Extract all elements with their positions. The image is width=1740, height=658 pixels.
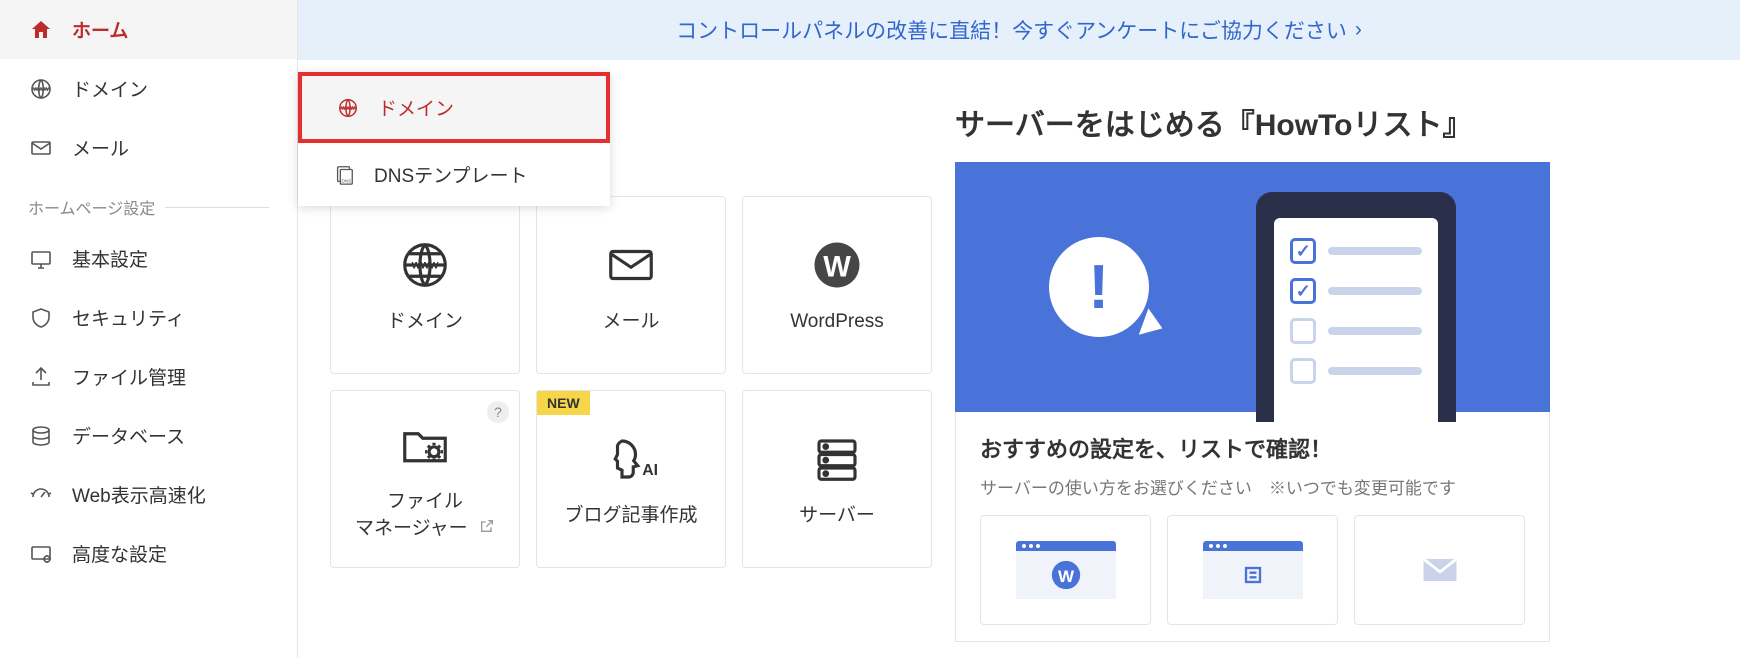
sidebar-item-label: ドメイン [72, 75, 148, 102]
sidebar-item-label: 高度な設定 [72, 540, 167, 567]
mail-icon [28, 135, 54, 161]
card-label: サーバー [799, 503, 875, 530]
globe-www-icon: WWW [336, 96, 360, 120]
banner-text: コントロールパネルの改善に直結！今すぐアンケートにご協力ください [676, 15, 1347, 45]
svg-text:WWW: WWW [341, 105, 355, 111]
sidebar-item-label: 基本設定 [72, 245, 148, 272]
svg-text:WWW: WWW [412, 260, 439, 271]
speedometer-icon [28, 482, 54, 508]
card-file-manager[interactable]: ? ファイル マネージャー [330, 390, 520, 568]
howto-tile-wordpress[interactable]: W [980, 515, 1151, 625]
globe-www-icon: WWW [398, 235, 452, 295]
home-icon [28, 17, 54, 43]
folder-gear-icon [398, 415, 452, 475]
howto-hero-image: ! ✓ ✓ [955, 162, 1550, 412]
external-link-icon [479, 518, 495, 534]
card-blog-ai[interactable]: NEW AI ブログ記事作成 [536, 390, 726, 568]
sidebar-item-label: データベース [72, 422, 185, 449]
sidebar-item-home[interactable]: ホーム [0, 0, 297, 59]
sidebar-item-advanced[interactable]: 高度な設定 [0, 524, 297, 583]
card-mail[interactable]: メール [536, 196, 726, 374]
card-server[interactable]: サーバー [742, 390, 932, 568]
card-label-text: ファイル マネージャー [355, 491, 468, 539]
shield-icon [28, 305, 54, 331]
howto-option-tiles: W [980, 515, 1525, 625]
card-label: ファイル マネージャー [355, 489, 495, 542]
howto-panel: サーバーをはじめる『HowToリスト』 ! ✓ ✓ おすすめの設定を、リストで確… [955, 100, 1550, 642]
card-label: ブログ記事作成 [564, 503, 697, 530]
database-icon [28, 423, 54, 449]
howto-title: サーバーをはじめる『HowToリスト』 [955, 100, 1550, 144]
card-label: ドメイン [387, 309, 463, 336]
sidebar-section-homepage: ホームページ設定 [0, 177, 297, 229]
card-label: メール [602, 309, 659, 336]
help-icon[interactable]: ? [487, 401, 509, 423]
card-domain[interactable]: WWW ドメイン [330, 196, 520, 374]
sidebar-item-speed[interactable]: Web表示高速化 [0, 465, 297, 524]
monitor-icon [28, 246, 54, 272]
chevron-right-icon: › [1355, 18, 1362, 42]
svg-text:DNS: DNS [341, 178, 351, 183]
clipboard-icon: ✓ ✓ [1256, 192, 1456, 422]
howto-tile-page[interactable] [1167, 515, 1338, 625]
submenu-item-domain[interactable]: WWW ドメイン [298, 72, 610, 143]
submenu-item-label: ドメイン [378, 94, 454, 121]
sidebar-item-label: ホーム [72, 16, 128, 43]
sidebar: ホーム WWW ドメイン メール ホームページ設定 基本設定 セキュリティ ファ… [0, 0, 298, 658]
submenu-item-dns-template[interactable]: DNS DNSテンプレート [298, 143, 610, 206]
sidebar-item-mail[interactable]: メール [0, 118, 297, 177]
globe-www-icon: WWW [28, 76, 54, 102]
dns-template-icon: DNS [332, 163, 356, 187]
howto-subtitle: おすすめの設定を、リストで確認！ [980, 432, 1525, 464]
sidebar-item-domain[interactable]: WWW ドメイン [0, 59, 297, 118]
submenu-item-label: DNSテンプレート [374, 161, 528, 188]
howto-description: おすすめの設定を、リストで確認！ サーバーの使い方をお選びください ※いつでも変… [955, 412, 1550, 642]
sidebar-item-label: セキュリティ [72, 304, 185, 331]
svg-text:AI: AI [642, 461, 658, 478]
exclamation-icon: ! [1088, 252, 1109, 323]
dashboard-cards: WWW ドメイン メール W WordPress ? ファイル マネージャー N… [330, 196, 950, 568]
sidebar-item-label: ファイル管理 [72, 363, 186, 390]
server-icon [810, 429, 864, 489]
sidebar-item-label: メール [72, 134, 129, 161]
sidebar-item-database[interactable]: データベース [0, 406, 297, 465]
sidebar-item-file[interactable]: ファイル管理 [0, 347, 297, 406]
howto-note: サーバーの使い方をお選びください ※いつでも変更可能です [980, 474, 1525, 499]
svg-text:W: W [1057, 567, 1074, 586]
survey-banner[interactable]: コントロールパネルの改善に直結！今すぐアンケートにご協力ください › [298, 0, 1740, 60]
exclamation-bubble-icon: ! [1049, 237, 1149, 337]
domain-submenu: WWW ドメイン DNS DNSテンプレート [298, 72, 610, 206]
card-label: WordPress [790, 309, 884, 336]
monitor-gear-icon [28, 541, 54, 567]
sidebar-item-label: Web表示高速化 [72, 481, 206, 508]
svg-text:W: W [823, 251, 851, 283]
ai-head-icon: AI [604, 429, 658, 489]
svg-text:WWW: WWW [33, 87, 49, 93]
sidebar-item-security[interactable]: セキュリティ [0, 288, 297, 347]
sidebar-section-label: ホームページ設定 [28, 195, 155, 219]
mail-icon [604, 235, 658, 295]
howto-tile-mail[interactable] [1354, 515, 1525, 625]
new-badge: NEW [537, 391, 590, 415]
upload-icon [28, 364, 54, 390]
sidebar-item-basic[interactable]: 基本設定 [0, 229, 297, 288]
card-wordpress[interactable]: W WordPress [742, 196, 932, 374]
wordpress-icon: W [810, 235, 864, 295]
